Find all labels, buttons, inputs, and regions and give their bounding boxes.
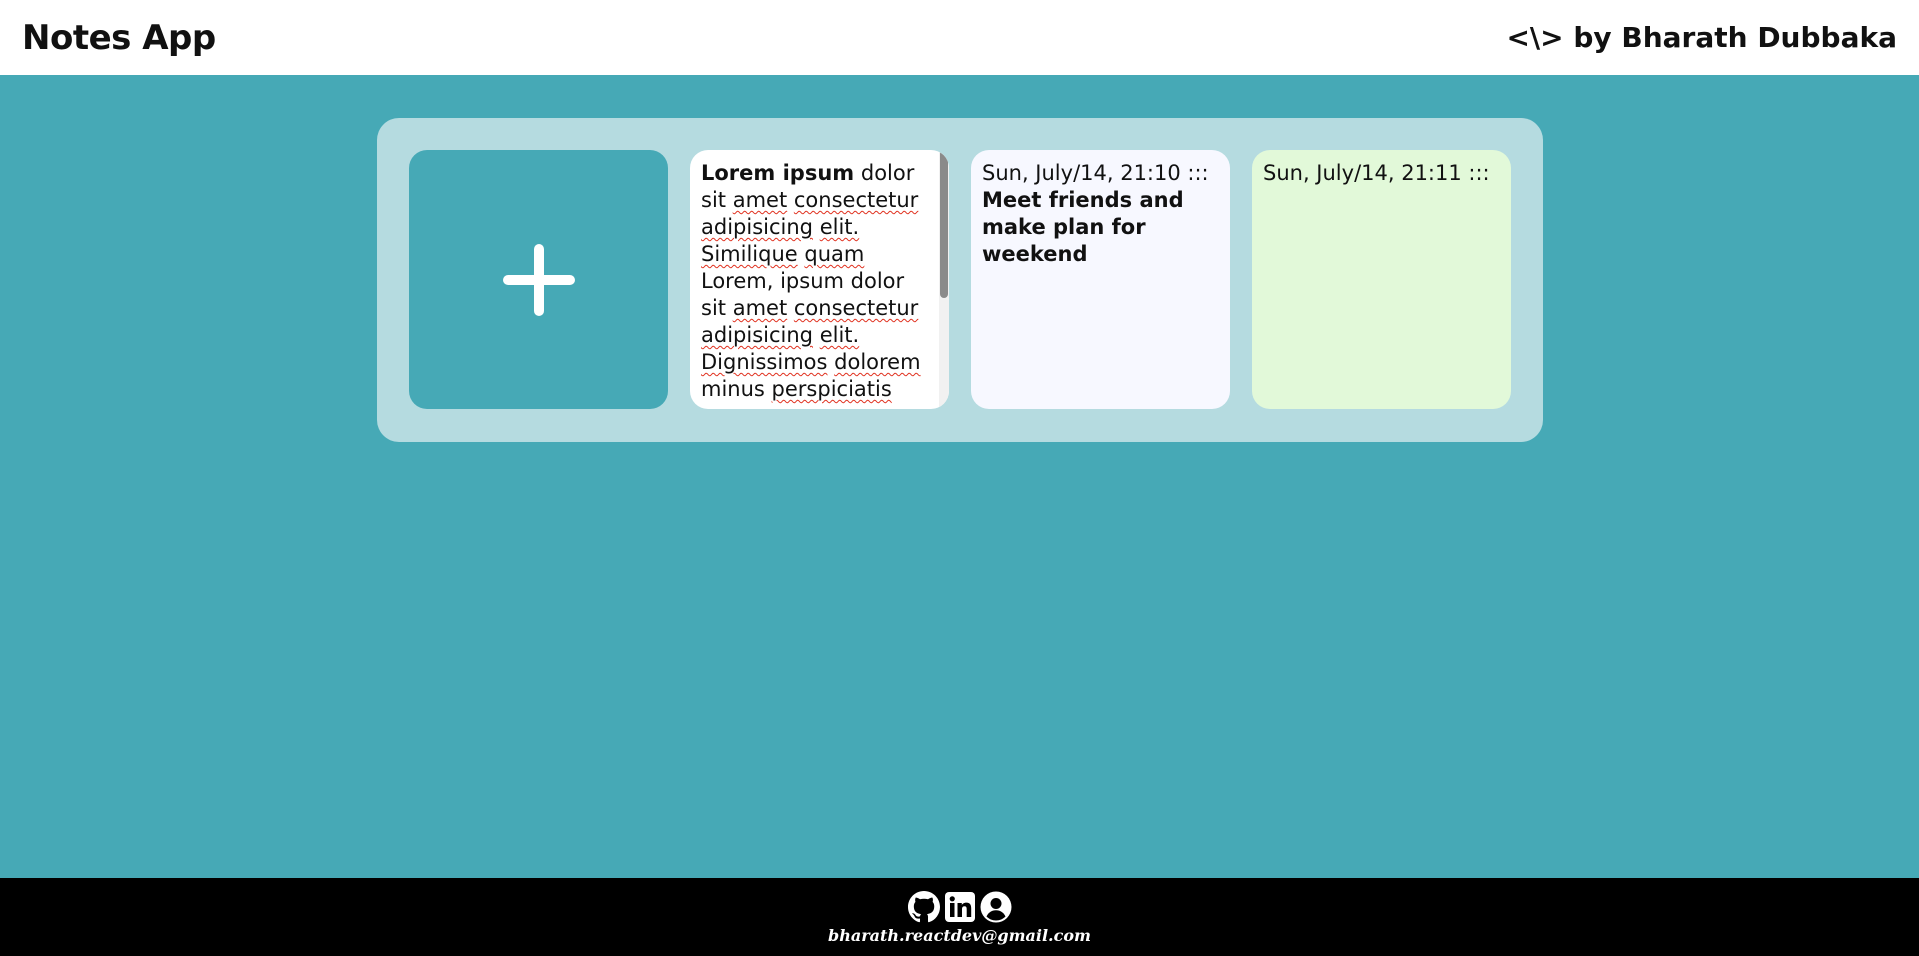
note-date: Sun, July/14, 21:11 ::: [1263,161,1490,185]
note-word: elit. [819,215,860,239]
notes-board: Lorem ipsum dolor sit amet consectetur a… [377,118,1543,442]
note-word: consectetur [793,296,919,320]
note-card[interactable]: Sun, July/14, 21:11 ::: [1252,150,1511,409]
add-note-button[interactable] [409,150,668,409]
footer: bharath.reactdev@gmail.com [0,878,1919,956]
note-word: quam [804,242,865,266]
note-word: Lorem, [701,269,774,293]
note-textarea[interactable]: Sun, July/14, 21:11 ::: [1252,150,1511,197]
note-textarea[interactable]: Sun, July/14, 21:10 ::: Meet friends and… [971,150,1230,278]
note-word: adipisicing [701,215,813,239]
note-word: sit [701,296,727,320]
note-card[interactable]: Lorem ipsum dolor sit amet consectetur a… [690,150,949,409]
note-word: elit. [819,323,860,347]
profile-icon[interactable] [980,891,1012,923]
linkedin-icon[interactable] [944,891,976,923]
note-word: Similique [701,242,798,266]
github-icon[interactable] [907,891,940,923]
note-word: minus [701,377,765,401]
note-word: dolor [850,269,905,293]
note-word: Dignissimos [701,350,828,374]
note-bold-text: Meet friends and make plan for weekend [982,188,1184,266]
note-word: consectetur [793,188,919,212]
header-bar: Notes App <\> by Bharath Dubbaka [0,0,1919,75]
note-word: perspiciatis [771,377,892,401]
note-word: amet [732,296,788,320]
note-scrollbar-thumb[interactable] [940,150,948,298]
plus-icon [502,243,575,316]
author-credit[interactable]: <\> by Bharath Dubbaka [1506,21,1897,54]
note-card[interactable]: Sun, July/14, 21:10 ::: Meet friends and… [971,150,1230,409]
note-textarea[interactable]: Lorem ipsum dolor sit amet consectetur a… [690,150,949,409]
note-word: dolorem [834,350,921,374]
app-title: Notes App [22,17,216,58]
note-scrollbar[interactable] [939,150,949,409]
note-date: Sun, July/14, 21:10 ::: [982,161,1209,185]
note-word: ipsum [780,269,844,293]
contact-email[interactable]: bharath.reactdev@gmail.com [828,926,1091,945]
note-word: dolor [860,161,915,185]
note-word: amet [732,188,788,212]
social-links [907,889,1012,925]
note-word: adipisicing [701,323,813,347]
note-word: sit [701,188,727,212]
